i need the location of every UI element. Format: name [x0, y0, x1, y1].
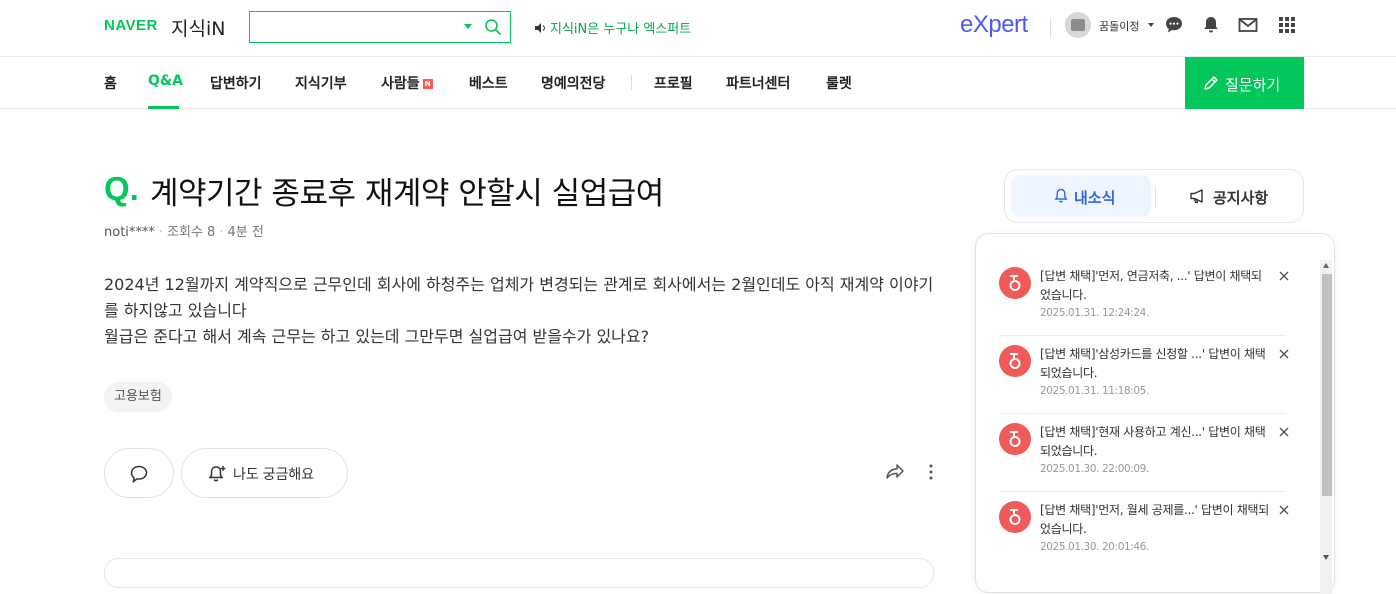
tab-notice[interactable]: 공지사항 — [1161, 175, 1299, 217]
question-meta: noti**** · 조회수 8 · 4분 전 — [104, 221, 264, 240]
nav-item-answer[interactable]: 답변하기 — [210, 73, 262, 93]
tab-my-news[interactable]: 내소식 — [1011, 175, 1151, 217]
notification-item[interactable]: [답변 채택]'먼저, 월세 공제를...' 답변이 채택되었습니다. 2025… — [999, 501, 1289, 579]
nav-item-qna[interactable]: Q&A — [148, 73, 183, 89]
question-mark-label: Q. — [104, 170, 139, 207]
close-icon[interactable] — [1278, 270, 1290, 282]
question-author[interactable]: noti**** — [104, 225, 155, 240]
megaphone-icon — [1190, 189, 1203, 204]
kin-logo[interactable]: 지식iN — [171, 14, 225, 41]
notification-item[interactable]: [답변 채택]'현재 사용하고 계신...' 답변이 채택되었습니다. 2025… — [999, 423, 1289, 501]
question-body-paragraph: 2024년 12월까지 계약직으로 근무인데 회사에 하청주는 업체가 변경되는… — [104, 275, 934, 320]
answer-adopted-icon — [999, 423, 1031, 455]
meta-separator: · — [219, 225, 224, 240]
username[interactable]: 꿈돌이정 — [1099, 18, 1139, 34]
me-too-curious-label: 나도 궁금해요 — [233, 466, 315, 482]
view-count: 조회수 8 — [167, 225, 216, 240]
close-icon[interactable] — [1278, 504, 1290, 516]
bell-plus-icon — [208, 466, 226, 482]
bell-icon — [1054, 188, 1068, 203]
grid-menu-icon[interactable] — [1277, 15, 1297, 35]
notification-date: 2025.01.30. 22:00:09. — [1040, 463, 1149, 475]
close-icon[interactable] — [1278, 348, 1290, 360]
speaker-icon — [535, 23, 546, 33]
ask-question-label: 질문하기 — [1225, 77, 1281, 94]
more-options-icon[interactable] — [926, 462, 936, 482]
pencil-icon — [1204, 76, 1218, 90]
nav-item-roulette[interactable]: 룰렛 — [826, 73, 852, 93]
header-divider — [1050, 18, 1051, 38]
nav-item-best[interactable]: 베스트 — [469, 73, 508, 93]
tab-my-news-label: 내소식 — [1074, 189, 1116, 207]
scroll-up-arrow-icon[interactable] — [1323, 263, 1329, 268]
share-icon[interactable] — [884, 462, 906, 482]
notification-date: 2025.01.31. 12:24:24. — [1040, 307, 1149, 319]
nav-item-people-label: 사람들 — [381, 76, 420, 92]
ask-question-button[interactable]: 질문하기 — [1185, 57, 1304, 109]
nav-item-partner-center[interactable]: 파트너센터 — [726, 73, 790, 93]
nav-item-people[interactable]: 사람들 N — [381, 73, 433, 93]
user-menu-caret-icon[interactable] — [1148, 23, 1154, 27]
expert-promo-link[interactable]: 지식iN은 누구나 엑스퍼트 — [534, 18, 691, 37]
question-body-paragraph: 월급은 준다고 해서 계속 근무는 하고 있는데 그만두면 실업급여 받을수가 … — [104, 327, 650, 346]
tab-divider — [1155, 187, 1156, 207]
chat-bubble-icon[interactable] — [1164, 15, 1184, 35]
new-badge: N — [422, 79, 433, 89]
answer-section-card — [104, 558, 934, 588]
question-tag[interactable]: 고용보험 — [104, 382, 172, 412]
search-options-caret-icon[interactable] — [464, 24, 472, 29]
notification-date: 2025.01.30. 20:01:46. — [1040, 541, 1149, 553]
top-bar: NAVER 지식iN 지식iN은 누구나 엑스퍼트 eXpert 꿈돌이정 — [0, 0, 1396, 57]
close-icon[interactable] — [1278, 426, 1290, 438]
notification-item[interactable]: [답변 채택]'먼저, 연금저축, ...' 답변이 채택되었습니다. 2025… — [999, 267, 1289, 345]
me-too-curious-button[interactable]: 나도 궁금해요 — [181, 448, 348, 498]
search-input[interactable] — [250, 12, 450, 42]
bell-icon[interactable] — [1201, 15, 1221, 35]
notification-text: [답변 채택]'삼성카드를 신청할 ...' 답변이 채택되었습니다. — [1040, 347, 1266, 380]
nav-divider — [631, 75, 632, 90]
notification-item[interactable]: [답변 채택]'삼성카드를 신청할 ...' 답변이 채택되었습니다. 2025… — [999, 345, 1289, 423]
notification-text: [답변 채택]'먼저, 월세 공제를...' 답변이 채택되었습니다. — [1040, 503, 1269, 536]
comment-icon — [130, 465, 148, 484]
notification-text: [답변 채택]'현재 사용하고 계신...' 답변이 채택되었습니다. — [1040, 425, 1266, 458]
side-tabs: 내소식 공지사항 — [1004, 169, 1304, 223]
notification-divider — [999, 413, 1286, 414]
scroll-down-arrow-icon[interactable] — [1323, 555, 1329, 560]
main-nav: 홈 Q&A 답변하기 지식기부 사람들 N 베스트 명예의전당 프로필 파트너센터… — [0, 57, 1396, 109]
notification-text: [답변 채택]'먼저, 연금저축, ...' 답변이 채택되었습니다. — [1040, 269, 1262, 302]
nav-item-hall-of-fame[interactable]: 명예의전당 — [541, 73, 605, 93]
answer-adopted-icon — [999, 501, 1031, 533]
notification-divider — [999, 491, 1286, 492]
nav-item-profile[interactable]: 프로필 — [654, 73, 693, 93]
meta-separator: · — [158, 225, 164, 240]
comment-button[interactable] — [104, 448, 174, 498]
answer-adopted-icon — [999, 267, 1031, 299]
mail-icon[interactable] — [1238, 15, 1258, 35]
nav-item-donate[interactable]: 지식기부 — [295, 73, 347, 93]
active-tab-indicator — [148, 106, 179, 109]
search-box — [249, 11, 511, 43]
question-title: 계약기간 종료후 재계약 안할시 실업급여 — [150, 176, 664, 212]
expert-logo[interactable]: eXpert — [960, 11, 1028, 39]
avatar[interactable] — [1065, 12, 1091, 38]
tab-notice-label: 공지사항 — [1213, 189, 1269, 207]
question-body: 2024년 12월까지 계약직으로 근무인데 회사에 하청주는 업체가 변경되는… — [104, 272, 934, 350]
notification-date: 2025.01.31. 11:18:05. — [1040, 385, 1149, 397]
search-icon[interactable] — [484, 18, 502, 36]
answer-adopted-icon — [999, 345, 1031, 377]
promo-text: 지식iN은 누구나 엑스퍼트 — [550, 22, 692, 37]
nav-item-home[interactable]: 홈 — [104, 73, 117, 93]
scrollbar-thumb[interactable] — [1322, 274, 1332, 496]
notification-divider — [999, 335, 1286, 336]
naver-logo[interactable]: NAVER — [104, 17, 158, 34]
question-time: 4분 전 — [227, 225, 264, 240]
notification-panel: [답변 채택]'먼저, 연금저축, ...' 답변이 채택되었습니다. 2025… — [975, 233, 1335, 594]
